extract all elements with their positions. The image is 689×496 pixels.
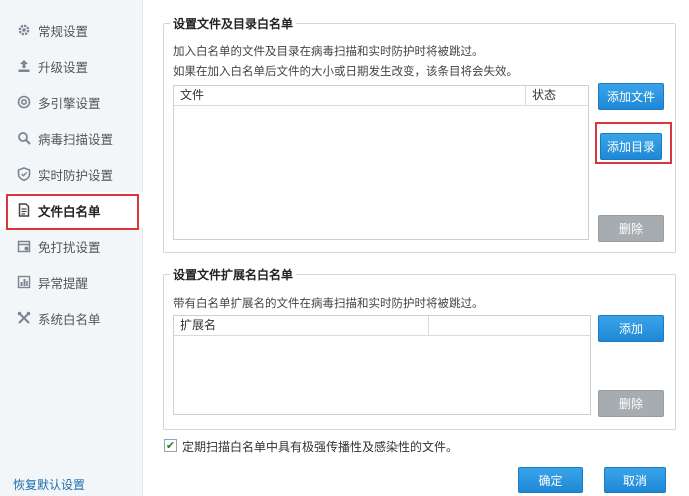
- ok-button[interactable]: 确定: [518, 467, 583, 493]
- tools-icon: [17, 311, 31, 325]
- sidebar-item-label: 多引擎设置: [38, 95, 101, 111]
- extension-whitelist-table[interactable]: 扩展名: [173, 315, 591, 415]
- sidebar-item-virus-scan[interactable]: 病毒扫描设置: [0, 120, 143, 156]
- table-header: 扩展名: [174, 316, 590, 336]
- file-whitelist-desc-2: 如果在加入白名单后文件的大小或日期发生改变，该条目将会失效。: [173, 64, 518, 78]
- sidebar-item-label: 系统白名单: [38, 311, 101, 327]
- column-header-file[interactable]: 文件: [174, 86, 526, 105]
- sidebar-item-general[interactable]: 常规设置: [0, 12, 143, 48]
- sidebar-item-label: 免打扰设置: [38, 239, 101, 255]
- restore-defaults-link[interactable]: 恢复默认设置: [13, 476, 85, 493]
- sidebar: 常规设置 升级设置 多引擎设置 病毒扫描设置 实时防护设置 文件白名单 免打扰设…: [0, 0, 143, 496]
- gear-icon: [17, 23, 31, 37]
- sidebar-item-label: 文件白名单: [38, 203, 101, 219]
- add-file-button[interactable]: 添加文件: [598, 83, 664, 110]
- engine-icon: [17, 95, 31, 109]
- sidebar-item-label: 实时防护设置: [38, 167, 114, 183]
- calendar-icon: [17, 239, 31, 253]
- search-icon: [17, 131, 31, 145]
- document-icon: [17, 203, 31, 217]
- shield-icon: [17, 167, 31, 181]
- add-extension-button[interactable]: 添加: [598, 315, 664, 342]
- file-whitelist-title: 设置文件及目录白名单: [170, 15, 297, 32]
- sidebar-item-label: 异常提醒: [38, 275, 89, 291]
- column-header-empty: [429, 316, 590, 335]
- file-whitelist-desc-1: 加入白名单的文件及目录在病毒扫描和实时防护时将被跳过。: [173, 44, 484, 58]
- sidebar-item-system-whitelist[interactable]: 系统白名单: [0, 300, 143, 336]
- column-header-extension[interactable]: 扩展名: [174, 316, 429, 335]
- bar-chart-icon: [17, 275, 31, 289]
- sidebar-item-upgrade[interactable]: 升级设置: [0, 48, 143, 84]
- sidebar-item-do-not-disturb[interactable]: 免打扰设置: [0, 228, 143, 264]
- file-whitelist-table[interactable]: 文件 状态: [173, 85, 589, 240]
- extension-whitelist-desc: 带有白名单扩展名的文件在病毒扫描和实时防护时将被跳过。: [173, 296, 484, 310]
- sidebar-item-label: 常规设置: [38, 23, 89, 39]
- periodic-scan-label[interactable]: 定期扫描白名单中具有极强传播性及感染性的文件。: [182, 438, 458, 455]
- sidebar-item-realtime-protection[interactable]: 实时防护设置: [0, 156, 143, 192]
- upload-icon: [17, 59, 31, 73]
- sidebar-item-label: 升级设置: [38, 59, 89, 75]
- delete-extension-button[interactable]: 删除: [598, 390, 664, 417]
- delete-file-button[interactable]: 删除: [598, 215, 664, 242]
- sidebar-item-multi-engine[interactable]: 多引擎设置: [0, 84, 143, 120]
- extension-whitelist-title: 设置文件扩展名白名单: [170, 266, 297, 283]
- column-header-status[interactable]: 状态: [526, 86, 588, 105]
- sidebar-item-file-whitelist[interactable]: 文件白名单: [0, 192, 143, 230]
- table-header: 文件 状态: [174, 86, 588, 106]
- periodic-scan-checkbox[interactable]: ✔: [164, 439, 177, 452]
- highlight-box: [595, 122, 672, 164]
- sidebar-item-anomaly-alert[interactable]: 异常提醒: [0, 264, 143, 300]
- cancel-button[interactable]: 取消: [604, 467, 666, 493]
- sidebar-item-label: 病毒扫描设置: [38, 131, 114, 147]
